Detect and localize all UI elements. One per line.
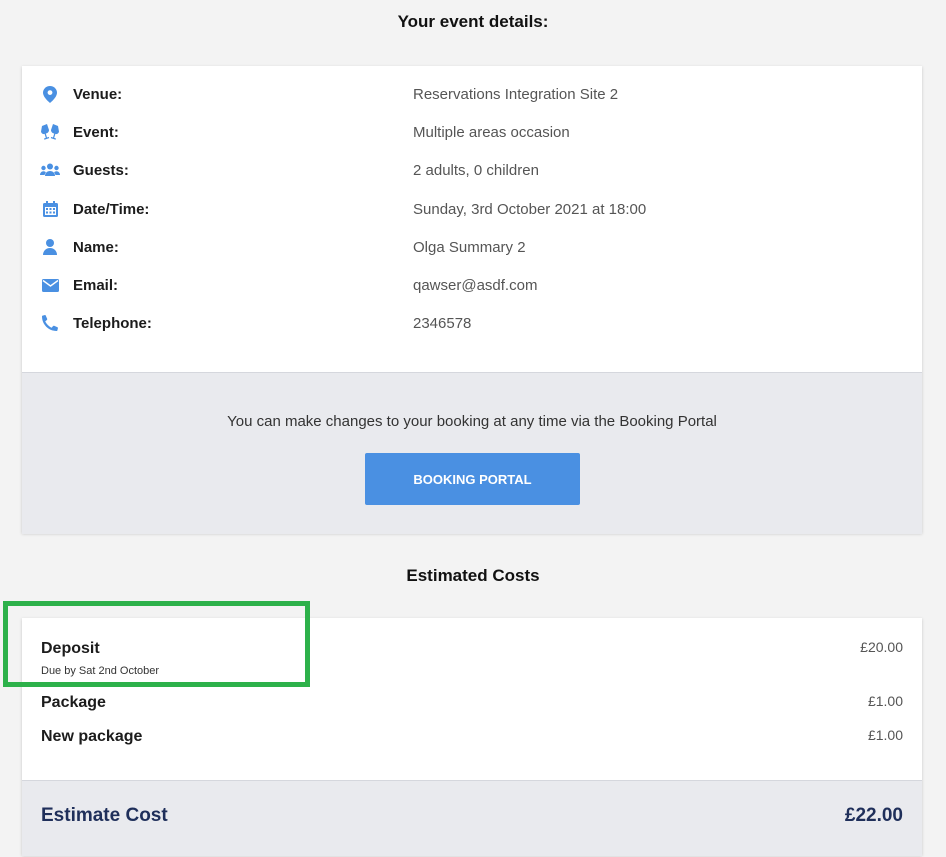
event-label: Event: <box>73 123 119 141</box>
glasses-cheers-icon <box>40 122 60 142</box>
detail-row-datetime: Date/Time: Sunday, 3rd October 2021 at 1… <box>22 196 922 222</box>
new-package-amount: £1.00 <box>867 727 903 743</box>
deposit-amount: £20.00 <box>860 639 903 655</box>
envelope-icon <box>40 275 60 295</box>
estimate-total-panel: Estimate Cost £22.00 <box>22 780 922 856</box>
email-value: qawser@asdf.com <box>413 276 538 294</box>
detail-row-email: Email: qawser@asdf.com <box>22 272 922 298</box>
guests-value: 2 adults, 0 children <box>413 161 539 179</box>
detail-row-name: Name: Olga Summary 2 <box>22 234 922 260</box>
estimate-cost-label: Estimate Cost <box>41 805 168 826</box>
event-details-card: Venue: Reservations Integration Site 2 E… <box>22 66 922 534</box>
booking-portal-info-text: You can make changes to your booking at … <box>227 413 717 430</box>
estimate-cost-amount: £22.00 <box>844 805 903 826</box>
package-label: Package <box>41 694 106 711</box>
calendar-icon <box>40 199 60 219</box>
venue-value: Reservations Integration Site 2 <box>413 85 619 103</box>
telephone-label: Telephone: <box>73 314 152 332</box>
package-amount: £1.00 <box>867 693 903 709</box>
booking-portal-button[interactable]: BOOKING PORTAL <box>365 453 580 505</box>
deposit-highlight-box <box>3 601 310 687</box>
page-title: Your event details: <box>397 12 549 31</box>
detail-row-telephone: Telephone: 2346578 <box>22 310 922 336</box>
users-icon <box>40 160 60 180</box>
user-icon <box>40 237 60 257</box>
telephone-value: 2346578 <box>413 314 472 332</box>
booking-portal-panel: You can make changes to your booking at … <box>22 372 922 534</box>
map-pin-icon <box>40 84 60 104</box>
detail-row-event: Event: Multiple areas occasion <box>22 119 922 145</box>
datetime-value: Sunday, 3rd October 2021 at 18:00 <box>413 200 647 218</box>
estimated-costs-title: Estimated Costs <box>406 566 540 585</box>
event-value: Multiple areas occasion <box>413 123 570 141</box>
venue-label: Venue: <box>73 85 123 103</box>
name-value: Olga Summary 2 <box>413 238 526 256</box>
name-label: Name: <box>73 238 119 256</box>
guests-label: Guests: <box>73 161 129 179</box>
email-label: Email: <box>73 276 119 294</box>
detail-row-venue: Venue: Reservations Integration Site 2 <box>22 81 922 107</box>
detail-row-guests: Guests: 2 adults, 0 children <box>22 157 922 183</box>
new-package-label: New package <box>41 728 143 745</box>
datetime-label: Date/Time: <box>73 200 150 218</box>
phone-icon <box>40 313 60 333</box>
